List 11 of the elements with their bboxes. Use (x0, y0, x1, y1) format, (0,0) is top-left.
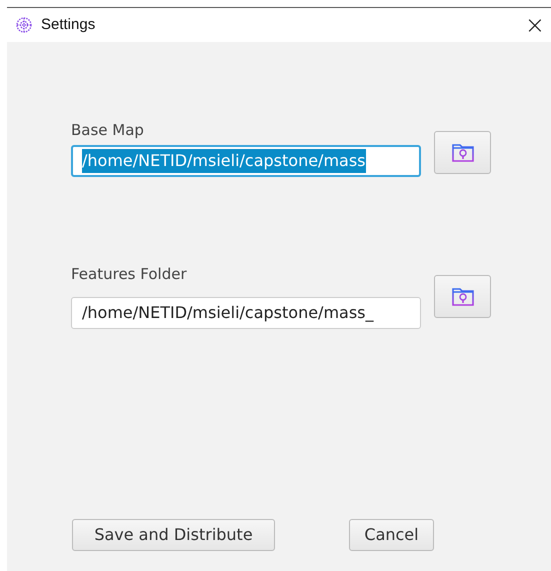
browse-button[interactable] (434, 274, 491, 318)
app-icon (15, 16, 33, 34)
save-button[interactable]: Save and Distribute (72, 519, 275, 551)
cancel-button[interactable]: Cancel (349, 519, 434, 551)
browse-button[interactable] (434, 130, 491, 174)
field-label: Features Folder (71, 264, 188, 284)
field-label: Base Map (71, 120, 145, 141)
close-button[interactable]: × (518, 13, 551, 37)
path-field[interactable]: /home/NETID/msieli/capstone/mass_ (71, 297, 421, 329)
window-title: Settings (41, 14, 96, 35)
path-field[interactable]: /home/NETID/msieli/capstone/mass (71, 144, 421, 176)
